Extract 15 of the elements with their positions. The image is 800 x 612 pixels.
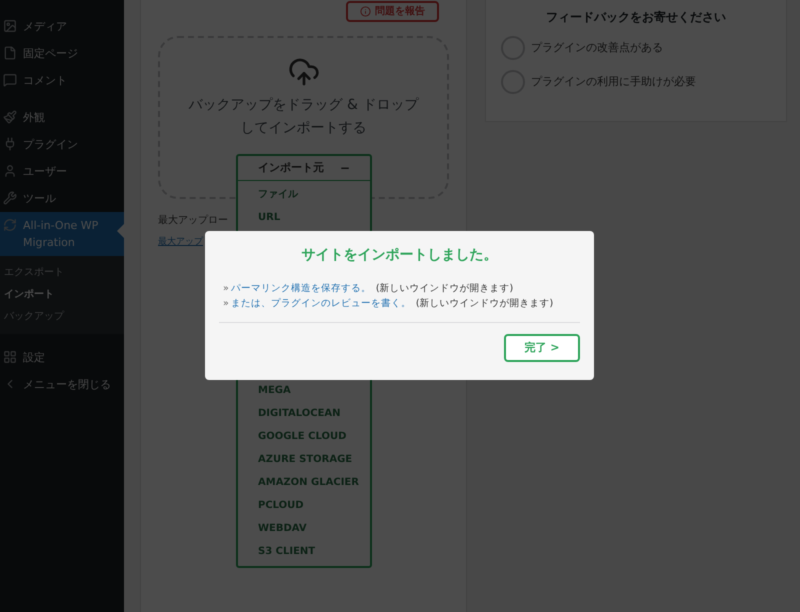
menu-title: インポート元	[258, 160, 324, 176]
feedback-title: フィードバックをお寄せください	[545, 9, 727, 26]
link-note: (新しいウインドウが開きます)	[376, 282, 514, 296]
max-upload-link[interactable]: 最大アップ	[158, 236, 203, 250]
link-note: (新しいウインドウが開きます)	[416, 297, 554, 311]
radio-label: プラグインの利用に手助けが必要	[531, 74, 696, 90]
max-upload-text: 最大アップロー	[158, 214, 228, 228]
bullet-marker: »	[223, 282, 229, 296]
bullet-marker: »	[223, 297, 229, 311]
done-button[interactable]: 完了 >	[504, 334, 580, 362]
radio-label: プラグインの改善点がある	[531, 40, 663, 56]
dialog-link[interactable]: パーマリンク構造を保存する。	[230, 282, 371, 296]
dialog-title: サイトをインポートしました。	[300, 246, 498, 265]
drop-zone-text: バックアップをドラッグ & ドロップしてインポートする	[188, 96, 420, 138]
dialog-link[interactable]: または、プラグインのレビューを書く。	[230, 297, 411, 311]
